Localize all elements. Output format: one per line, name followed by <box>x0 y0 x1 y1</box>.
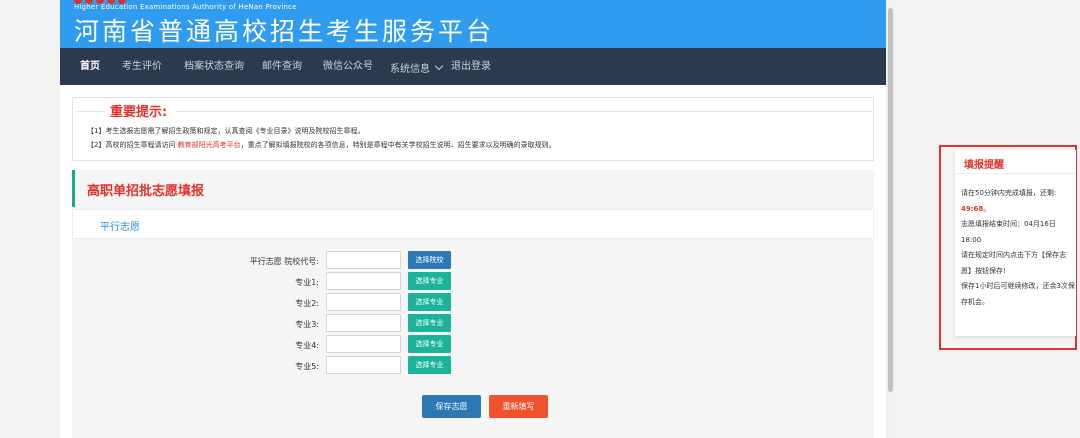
notice-line-2-prefix: 【2】高校的招生章程请访问 <box>87 141 178 149</box>
major-1-label: 专业1: <box>295 278 319 287</box>
countdown-suffix: 。 <box>983 204 991 213</box>
choose-major-5-button[interactable]: 选择专业 <box>408 356 451 374</box>
save-choices-button[interactable]: 保存志愿 <box>422 395 481 418</box>
main-page: Higher Education Examinations Authority … <box>60 0 886 438</box>
school-code-input[interactable] <box>326 251 401 269</box>
choose-school-button[interactable]: 选择院校 <box>408 251 451 269</box>
reminder-body: 请在50分钟内完成填报，还剩: 49:68。 志愿填报结束时间：04月16日18… <box>961 186 1075 310</box>
header-banner: Higher Education Examinations Authority … <box>60 0 886 48</box>
section-header: 高职单招批志愿填报 <box>72 170 874 207</box>
reminder-line-3: 请在规定时间内点击下方【保存志愿】按钮保存! <box>961 251 1066 275</box>
parallel-choice-bar: 平行志愿 <box>72 209 874 239</box>
major-4-input[interactable] <box>326 335 401 353</box>
major-4-label: 专业4: <box>295 341 319 350</box>
school-code-label: 平行志愿 院校代号: <box>249 257 319 266</box>
major-2-input[interactable] <box>326 293 401 311</box>
major-5-input[interactable] <box>326 356 401 374</box>
divider <box>77 111 105 112</box>
choose-major-2-button[interactable]: 选择专业 <box>408 293 451 311</box>
nav-item-wechat[interactable]: 微信公众号 <box>323 48 373 85</box>
notice-line-2-suffix: ，重点了解拟填报院校的各项信息，特别是章程中有关学校招生说明、招生要求以及明确的… <box>240 141 556 149</box>
reminder-line-4: 保存1小时后可继续修改，还余3次保存机会。 <box>961 282 1075 306</box>
notice-box: 重要提示: 【1】考生选报志愿需了解招生政策和规定，认真查阅《专业目录》说明及院… <box>72 97 874 161</box>
major-1-input[interactable] <box>326 272 401 290</box>
nav-item-system-info[interactable]: 系统信息 <box>390 48 444 85</box>
major-2-label: 专业2: <box>295 299 319 308</box>
choose-major-4-button[interactable]: 选择专业 <box>408 335 451 353</box>
reminder-countdown-row: 49:68。 <box>961 202 1075 218</box>
reminder-line-1: 请在50分钟内完成填报，还剩: <box>961 189 1057 197</box>
notice-title: 重要提示: <box>110 105 168 120</box>
sunshine-platform-link[interactable]: 教育部阳光高考平台 <box>178 141 241 149</box>
nav-item-system-info-label: 系统信息 <box>390 64 430 75</box>
nav-item-home[interactable]: 首页 <box>80 48 100 85</box>
divider <box>177 111 872 112</box>
divider <box>955 173 1076 174</box>
main-nav: 首页 考生评价 档案状态查询 邮件查询 微信公众号 系统信息 退出登录 <box>60 48 886 85</box>
major-3-input[interactable] <box>326 314 401 332</box>
reminder-panel: 填报提醒 请在50分钟内完成填报，还剩: 49:68。 志愿填报结束时间：04月… <box>939 145 1077 350</box>
parallel-choice-title: 平行志愿 <box>100 222 140 233</box>
nav-item-mail-query[interactable]: 邮件查询 <box>262 48 302 85</box>
reminder-line-2: 志愿填报结束时间：04月16日18:00 <box>961 220 1056 244</box>
major-5-label: 专业5: <box>295 362 319 371</box>
choose-major-3-button[interactable]: 选择专业 <box>408 314 451 332</box>
countdown-timer: 49:68 <box>961 204 984 213</box>
chevron-down-icon <box>434 61 444 71</box>
site-title: 河南省普通高校招生考生服务平台 <box>74 17 495 46</box>
nav-item-archive-status[interactable]: 档案状态查询 <box>184 48 244 85</box>
notice-line-2: 【2】高校的招生章程请访问 教育部阳光高考平台，重点了解拟填报院校的各项信息，特… <box>87 140 556 150</box>
major-3-label: 专业3: <box>295 320 319 329</box>
reset-form-button[interactable]: 重新填写 <box>489 395 548 418</box>
scrollbar-thumb[interactable] <box>888 8 893 392</box>
choose-major-1-button[interactable]: 选择专业 <box>408 272 451 290</box>
section-title: 高职单招批志愿填报 <box>87 184 205 199</box>
reminder-card: 填报提醒 请在50分钟内完成填报，还剩: 49:68。 志愿填报结束时间：04月… <box>955 150 1076 336</box>
reminder-title: 填报提醒 <box>964 160 1004 171</box>
nav-item-logout[interactable]: 退出登录 <box>451 48 491 85</box>
notice-line-1: 【1】考生选报志愿需了解招生政策和规定，认真查阅《专业目录》说明及院校招生章程。 <box>87 127 365 135</box>
nav-item-evaluation[interactable]: 考生评价 <box>122 48 162 85</box>
application-form-section: 高职单招批志愿填报 平行志愿 平行志愿 院校代号: 选择院校 专业1: 选择专业… <box>72 170 874 438</box>
authority-english-name: Higher Education Examinations Authority … <box>74 3 297 11</box>
